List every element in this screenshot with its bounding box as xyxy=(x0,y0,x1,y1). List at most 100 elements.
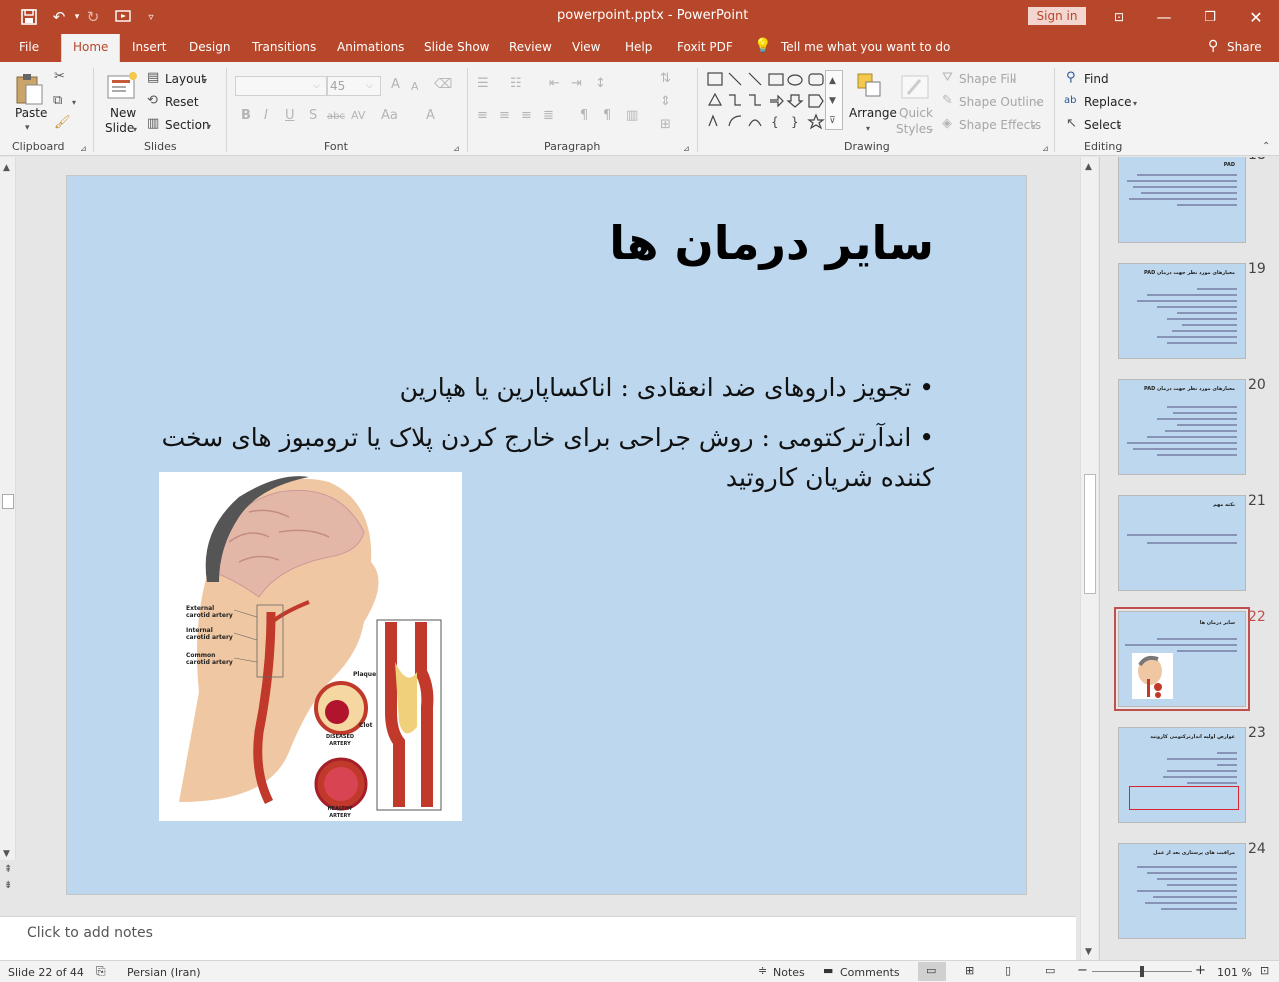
slide-title[interactable]: سایر درمان ها xyxy=(609,216,934,270)
fit-to-window-icon[interactable]: ⊡ xyxy=(1260,964,1269,977)
ribbon-display-options-icon[interactable]: ⊡ xyxy=(1108,6,1130,28)
layout-button[interactable]: Layout xyxy=(165,72,206,86)
sign-in-button[interactable]: Sign in xyxy=(1028,7,1086,25)
minimize-icon[interactable]: — xyxy=(1153,6,1175,28)
close-icon[interactable]: ✕ xyxy=(1245,6,1267,28)
new-slide-label-2[interactable]: Slide xyxy=(105,121,134,135)
shape-outline-dropdown-icon[interactable]: ▾ xyxy=(1036,97,1040,111)
arrange-icon[interactable] xyxy=(856,72,884,103)
gallery-down-icon[interactable]: ▼ xyxy=(829,94,836,108)
quick-styles-dropdown-icon[interactable]: ▾ xyxy=(929,124,933,138)
new-slide-label-1[interactable]: New xyxy=(110,106,136,120)
slide-canvas[interactable]: سایر درمان ها • تجویز داروهای ضد انعقادی… xyxy=(66,175,1027,895)
customize-qat-icon[interactable]: ▿ xyxy=(140,6,162,28)
section-button[interactable]: Section xyxy=(165,118,210,132)
change-case-button[interactable]: Aa xyxy=(381,109,398,123)
bullets-icon[interactable]: ☰ xyxy=(477,77,489,91)
notes-icon[interactable]: ≑ xyxy=(758,964,767,977)
shape-fill-icon[interactable]: ⛛ xyxy=(942,71,953,85)
copy-icon[interactable]: ⧉ xyxy=(53,94,62,108)
slide-sorter-icon[interactable]: ⊞ xyxy=(965,964,974,977)
thumbnail-slide-24[interactable]: مراقبت های پرستاری بعد از عمل xyxy=(1118,843,1246,939)
shape-effects-icon[interactable]: ◈ xyxy=(942,117,952,131)
replace-button[interactable]: Replace xyxy=(1084,95,1131,109)
shape-fill-button[interactable]: Shape Fill xyxy=(959,72,1016,86)
thumbnail-slide-18[interactable]: PAD xyxy=(1118,157,1246,243)
ltr-icon[interactable]: ¶ xyxy=(580,109,588,123)
redo-icon[interactable]: ↻ xyxy=(82,6,104,28)
select-icon[interactable]: ↖ xyxy=(1066,117,1077,131)
tab-help[interactable]: Help xyxy=(625,40,652,54)
tab-view[interactable]: View xyxy=(572,40,600,54)
tab-animations[interactable]: Animations xyxy=(337,40,404,54)
spelling-icon[interactable]: ⎘ xyxy=(96,964,106,979)
gallery-more-icon[interactable]: ⊽ xyxy=(829,114,836,128)
shape-effects-button[interactable]: Shape Effects xyxy=(959,118,1041,132)
paste-button[interactable]: Paste xyxy=(15,106,47,120)
tab-home[interactable]: Home xyxy=(61,34,121,62)
cut-icon[interactable]: ✂ xyxy=(54,70,65,84)
bold-button[interactable]: B xyxy=(241,109,251,123)
arrange-button[interactable]: Arrange xyxy=(849,106,897,120)
align-text-icon[interactable]: ⇕ xyxy=(660,95,671,109)
shape-effects-dropdown-icon[interactable]: ▾ xyxy=(1032,120,1036,134)
share-button[interactable]: Share xyxy=(1227,40,1262,54)
tab-transitions[interactable]: Transitions xyxy=(252,40,316,54)
align-left-icon[interactable]: ≡ xyxy=(477,109,488,123)
section-icon[interactable]: ▥ xyxy=(147,117,159,131)
section-dropdown-icon[interactable]: ▾ xyxy=(207,120,211,134)
bullet-1[interactable]: • تجویز داروهای ضد انعقادی : اناکساپارین… xyxy=(154,368,934,408)
find-button[interactable]: Find xyxy=(1084,72,1109,86)
reading-view-icon[interactable]: ▯ xyxy=(1005,964,1011,977)
reset-button[interactable]: Reset xyxy=(165,95,199,109)
tab-design[interactable]: Design xyxy=(189,40,230,54)
paragraph-launcher-icon[interactable]: ⊿ xyxy=(683,142,690,156)
notes-pane[interactable]: Click to add notes xyxy=(0,916,1076,960)
slide-thumbnails-pane[interactable]: PAD 18 معیارهای مورد نظر جهت درمان PAD 1… xyxy=(1099,157,1279,960)
scroll-thumb[interactable] xyxy=(1084,474,1096,594)
numbering-icon[interactable]: ☷ xyxy=(510,77,522,91)
thumbnail-slide-22[interactable]: سایر درمان ها xyxy=(1114,607,1250,711)
smartart-icon[interactable]: ⊞ xyxy=(660,118,671,132)
scroll-up-left-icon[interactable]: ▲ xyxy=(3,161,10,175)
zoom-out-icon[interactable]: − xyxy=(1077,963,1088,978)
shape-outline-button[interactable]: Shape Outline xyxy=(959,95,1044,109)
italic-button[interactable]: I xyxy=(264,109,268,123)
slideshow-view-icon[interactable]: ▭ xyxy=(1045,964,1055,977)
decrease-font-icon[interactable]: A xyxy=(411,80,419,94)
scroll-up-icon[interactable]: ▲ xyxy=(1085,160,1092,174)
increase-font-icon[interactable]: A xyxy=(391,78,400,92)
layout-dropdown-icon[interactable]: ▾ xyxy=(203,74,207,88)
font-name-dropdown-icon[interactable]: ⌵ xyxy=(313,79,320,93)
editor-scrollbar[interactable]: ▲ ▼ xyxy=(1080,157,1098,960)
align-right-icon[interactable]: ≡ xyxy=(521,109,532,123)
new-slide-dropdown-icon[interactable]: ▾ xyxy=(133,123,137,137)
comments-button[interactable]: Comments xyxy=(840,966,900,979)
find-icon[interactable]: ⚲ xyxy=(1066,71,1076,85)
justify-icon[interactable]: ≣ xyxy=(543,109,554,123)
thumbnail-slide-23[interactable]: عوارض اولیه اندارترکتومی کاروتید xyxy=(1118,727,1246,823)
notes-button[interactable]: Notes xyxy=(773,966,805,979)
next-slide-icon[interactable]: ⇟ xyxy=(4,879,12,893)
paste-dropdown-icon[interactable]: ▾ xyxy=(25,121,30,135)
replace-icon[interactable]: ab xyxy=(1064,94,1076,108)
replace-dropdown-icon[interactable]: ▾ xyxy=(1133,97,1137,111)
arrange-dropdown-icon[interactable]: ▾ xyxy=(866,122,870,136)
shape-fill-dropdown-icon[interactable]: ▾ xyxy=(1012,74,1016,88)
tab-review[interactable]: Review xyxy=(509,40,552,54)
thumbnail-slide-20[interactable]: معیارهای مورد نظر جهت درمان PAD xyxy=(1118,379,1246,475)
collapse-ribbon-icon[interactable]: ⌃ xyxy=(1262,140,1270,154)
tab-file[interactable]: File xyxy=(19,40,39,54)
quick-styles-label-1[interactable]: Quick xyxy=(899,106,933,120)
thumbnail-slide-19[interactable]: معیارهای مورد نظر جهت درمان PAD xyxy=(1118,263,1246,359)
zoom-in-icon[interactable]: + xyxy=(1195,963,1206,978)
format-painter-icon[interactable]: 🖌 xyxy=(54,116,71,130)
font-size-dropdown-icon[interactable]: ⌵ xyxy=(366,79,373,93)
scroll-down-icon[interactable]: ▼ xyxy=(1085,945,1092,959)
font-color-button[interactable]: A xyxy=(426,109,435,123)
drawing-launcher-icon[interactable]: ⊿ xyxy=(1042,142,1049,156)
underline-button[interactable]: U xyxy=(285,109,295,123)
quick-styles-icon[interactable] xyxy=(900,72,932,105)
quick-styles-label-2[interactable]: Styles xyxy=(896,122,932,136)
clipboard-launcher-icon[interactable]: ⊿ xyxy=(80,142,87,156)
